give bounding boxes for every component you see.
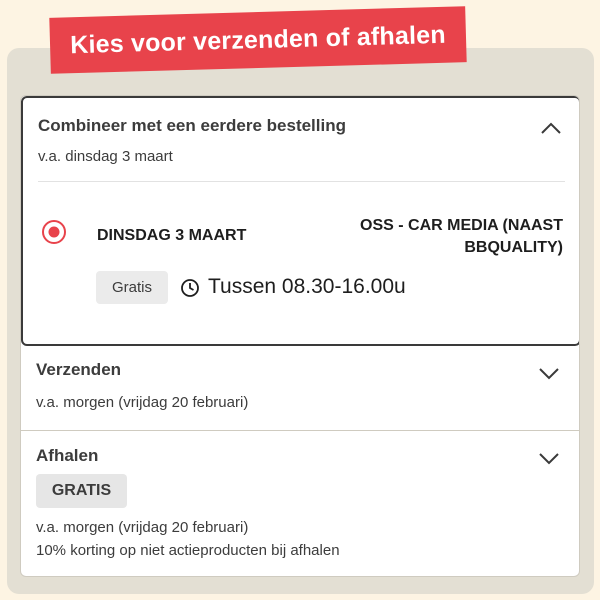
combine-divider xyxy=(38,181,565,182)
pickup-subtitle: v.a. morgen (vrijdag 20 februari) xyxy=(36,519,249,536)
pickup-slot-radio[interactable] xyxy=(40,218,68,246)
delivery-options-panel: Combineer met een eerdere bestelling v.a… xyxy=(20,95,580,577)
slot-date: DINSDAG 3 MAART xyxy=(97,227,247,244)
shipping-title: Verzenden xyxy=(36,360,122,379)
price-badge: Gratis xyxy=(96,271,168,304)
pickup-discount-note: 10% korting op niet actieproducten bij a… xyxy=(36,542,340,559)
chevron-down-icon[interactable] xyxy=(538,366,560,380)
clock-icon xyxy=(181,279,199,297)
banner-title: Kies voor verzenden of afhalen xyxy=(69,20,447,59)
slot-location: OSS - CAR MEDIA (NAAST BBQUALITY) xyxy=(360,217,563,256)
chevron-down-icon[interactable] xyxy=(538,451,560,465)
pickup-free-badge: GRATIS xyxy=(36,474,127,508)
combine-order-title: Combineer met een eerdere bestelling xyxy=(38,116,346,135)
combine-order-option[interactable]: Combineer met een eerdere bestelling v.a… xyxy=(21,96,579,346)
section-banner: Kies voor verzenden of afhalen xyxy=(49,6,467,74)
chevron-up-icon[interactable] xyxy=(540,121,562,135)
combine-order-subtitle: v.a. dinsdag 3 maart xyxy=(38,148,173,165)
shipping-subtitle: v.a. morgen (vrijdag 20 februari) xyxy=(36,394,249,411)
pickup-time-window: Tussen 08.30-16.00u xyxy=(208,275,406,298)
pickup-title: Afhalen xyxy=(36,446,99,465)
shipping-option[interactable]: Verzenden v.a. morgen (vrijdag 20 februa… xyxy=(21,346,579,430)
